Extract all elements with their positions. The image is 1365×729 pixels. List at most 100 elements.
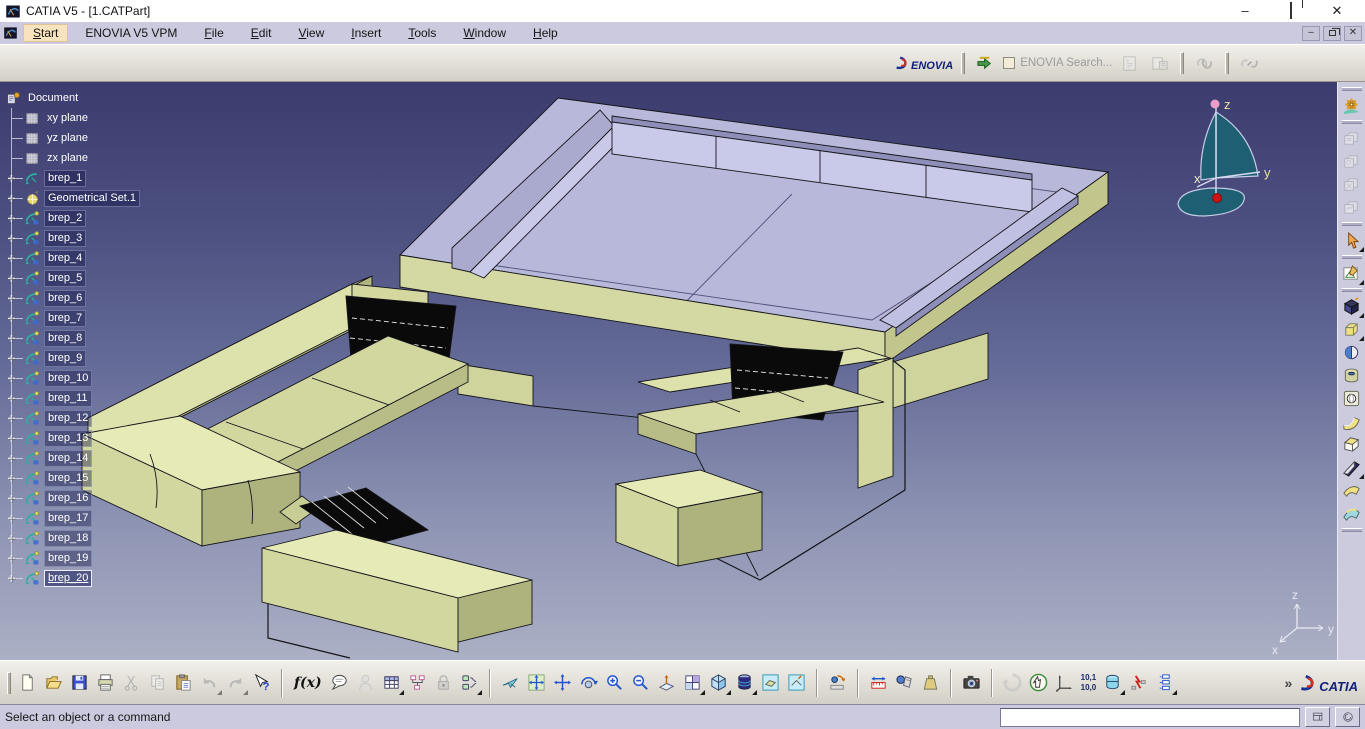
expand-status-button[interactable] (1305, 707, 1330, 727)
mdi-restore-button[interactable] (1323, 25, 1341, 41)
flyout-arrow-icon[interactable] (243, 690, 248, 695)
view-mode-alt-button[interactable] (784, 670, 809, 695)
expand-plus-icon[interactable] (6, 573, 17, 584)
hidden-user-button[interactable] (353, 670, 378, 695)
axis-system-button[interactable] (1052, 670, 1077, 695)
tree-item-brep-3[interactable]: brep_3 (3, 228, 140, 248)
lock-button[interactable] (431, 670, 456, 695)
menu-window[interactable]: Window (453, 24, 516, 42)
expand-plus-icon[interactable] (6, 373, 17, 384)
pdm-a-button[interactable] (1340, 127, 1364, 150)
tree-item-yz-plane[interactable]: yz plane (3, 128, 140, 148)
swap-visible-space-button[interactable] (1026, 670, 1051, 695)
menu-file[interactable]: File (194, 24, 233, 42)
tree-item-brep-13[interactable]: brep_13 (3, 428, 140, 448)
expand-plus-icon[interactable] (6, 293, 17, 304)
toolbar-drag-handle[interactable] (961, 52, 966, 74)
toolbar-drag-handle[interactable] (1341, 120, 1362, 124)
redo-button[interactable] (223, 670, 248, 695)
refresh-button[interactable] (1000, 670, 1025, 695)
fx-formula[interactable]: f(x) (290, 675, 326, 691)
sew-surface-button[interactable] (1340, 479, 1364, 502)
sketcher-button[interactable] (1340, 262, 1364, 285)
link-button[interactable] (1192, 51, 1217, 76)
expand-plus-icon[interactable] (6, 453, 17, 464)
power-input-button[interactable] (1335, 707, 1360, 727)
expand-plus-icon[interactable] (6, 313, 17, 324)
menu-start[interactable]: Start (23, 24, 69, 42)
tree-item-xy-plane[interactable]: xy plane (3, 108, 140, 128)
expand-plus-icon[interactable] (6, 213, 17, 224)
knowledge-chat-button[interactable] (327, 670, 352, 695)
restore-button[interactable] (1268, 1, 1314, 21)
menu-view[interactable]: View (288, 24, 334, 42)
close-surface-button[interactable] (1340, 456, 1364, 479)
3d-viewport[interactable]: z y x z y x Document xy plane yz plane z… (0, 82, 1337, 660)
tree-item-brep-12[interactable]: brep_12 (3, 408, 140, 428)
toolbar-drag-handle[interactable] (1341, 288, 1362, 292)
menu-insert[interactable]: Insert (341, 24, 391, 42)
toolbar-drag-handle[interactable] (1225, 52, 1230, 74)
expand-plus-icon[interactable] (6, 433, 17, 444)
tree-item-brep-17[interactable]: brep_17 (3, 508, 140, 528)
expand-plus-icon[interactable] (6, 333, 17, 344)
whats-this-button[interactable]: ? (249, 670, 274, 695)
tree-item-brep-15[interactable]: brep_15 (3, 468, 140, 488)
chamfer-button[interactable] (1340, 433, 1364, 456)
check-rules-button[interactable] (457, 670, 482, 695)
copy-button[interactable] (145, 670, 170, 695)
rotate-button[interactable] (576, 670, 601, 695)
tree-item-brep-2[interactable]: brep_2 (3, 208, 140, 228)
cylindrical-tool-button[interactable] (1100, 670, 1126, 695)
tree-item-brep-20[interactable]: brep_20 (3, 568, 140, 588)
flyout-arrow-icon[interactable] (398, 690, 404, 695)
save-button[interactable] (67, 670, 92, 695)
tree-item-brep-14[interactable]: brep_14 (3, 448, 140, 468)
flyout-arrow-icon[interactable] (751, 690, 757, 695)
mdi-minimize-button[interactable]: – (1302, 25, 1320, 41)
toolbar-drag-handle[interactable] (1341, 87, 1362, 91)
tree-item-document[interactable]: Document (3, 88, 140, 108)
expand-plus-icon[interactable] (6, 233, 17, 244)
flyout-arrow-icon[interactable] (1358, 280, 1364, 285)
toolbar-drag-handle[interactable] (1341, 222, 1362, 226)
save-db-button[interactable] (1147, 51, 1172, 76)
iso-view-button[interactable] (706, 670, 731, 695)
pan-button[interactable] (550, 670, 575, 695)
expand-plus-icon[interactable] (6, 193, 17, 204)
view-compass[interactable]: z y x (1177, 97, 1271, 217)
tree-item-brep-1[interactable]: brep_1 (3, 168, 140, 188)
3d-scene[interactable]: z y x z y x (0, 82, 1337, 660)
zoom-in-button[interactable] (602, 670, 627, 695)
flyout-arrow-icon[interactable] (476, 690, 482, 695)
enovia-search-label[interactable]: ENOVIA Search... (1020, 57, 1112, 69)
measure-between-button[interactable] (866, 670, 891, 695)
close-button[interactable]: ✕ (1314, 1, 1360, 21)
pad-button[interactable] (1340, 318, 1364, 341)
split-button[interactable] (1340, 341, 1364, 364)
overflow-chevrons[interactable]: » (1280, 675, 1296, 691)
select-button[interactable] (1340, 229, 1364, 252)
menu-edit[interactable]: Edit (241, 24, 282, 42)
cut-button[interactable] (119, 670, 144, 695)
turntable-button[interactable] (825, 670, 850, 695)
expand-plus-icon[interactable] (6, 353, 17, 364)
groove-button[interactable] (1340, 364, 1364, 387)
flyout-arrow-icon[interactable] (725, 690, 731, 695)
zoom-out-button[interactable] (628, 670, 653, 695)
flyout-arrow-icon[interactable] (217, 690, 222, 695)
address-book-button[interactable] (1117, 51, 1142, 76)
expand-plus-icon[interactable] (6, 513, 17, 524)
toolbar-drag-handle[interactable] (1341, 528, 1362, 532)
pdm-b-button[interactable] (1340, 150, 1364, 173)
tree-item-brep-7[interactable]: brep_7 (3, 308, 140, 328)
fillet-surface-button[interactable] (1340, 410, 1364, 433)
expand-plus-icon[interactable] (6, 413, 17, 424)
model-bench[interactable] (261, 486, 533, 659)
print-button[interactable] (93, 670, 118, 695)
tree-item-geometrical-set-1[interactable]: Geometrical Set.1 (3, 188, 141, 208)
paste-button[interactable] (171, 670, 196, 695)
flyout-arrow-icon[interactable] (1172, 690, 1178, 695)
snap-indicator-icon[interactable]: 10,1 10,0 (1078, 673, 1100, 691)
fly-mode-button[interactable] (498, 670, 523, 695)
